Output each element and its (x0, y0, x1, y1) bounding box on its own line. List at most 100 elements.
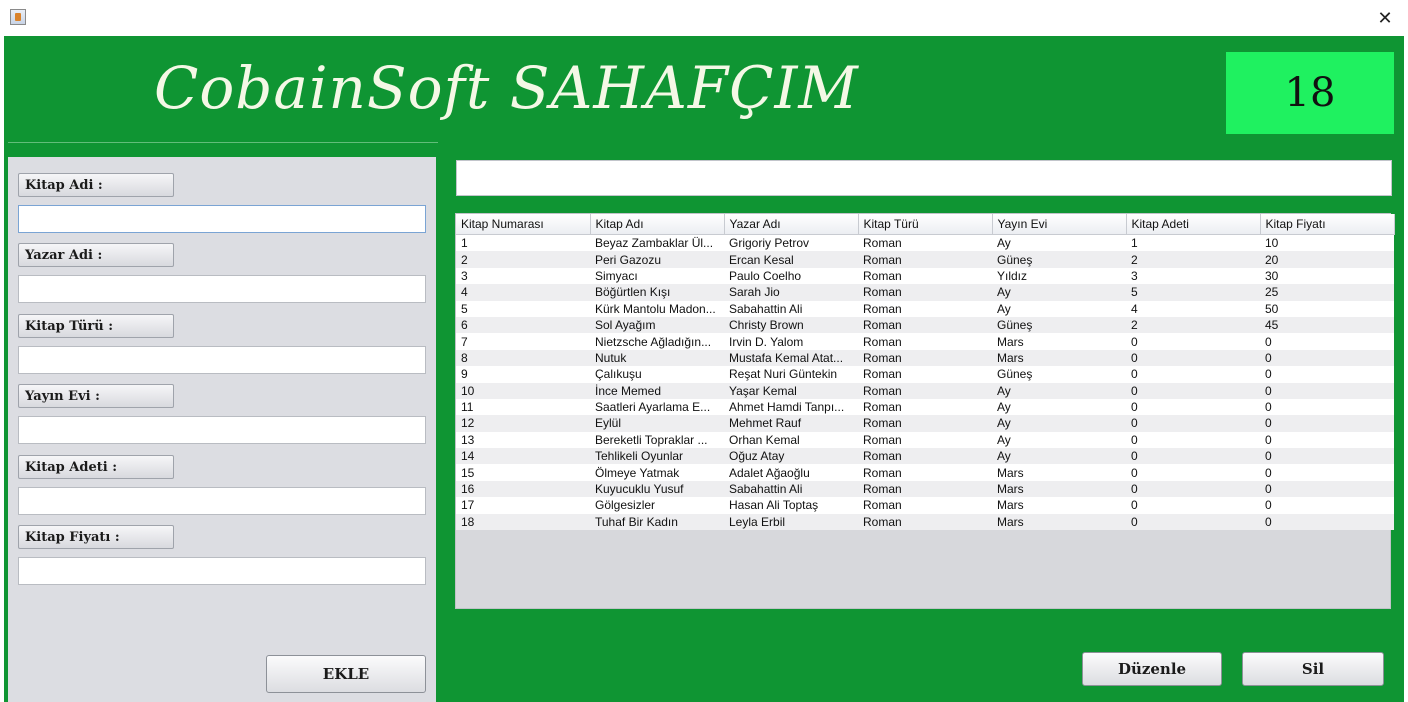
table-cell[interactable]: Sarah Jio (724, 284, 858, 301)
table-cell[interactable]: Orhan Kemal (724, 431, 858, 449)
table-cell[interactable]: Peri Gazozu (590, 251, 724, 268)
table-row[interactable]: 4 Böğürtlen Kışı Sarah Jio Roman Ay 5 25 (456, 284, 1394, 301)
table-cell[interactable]: 0 (1260, 382, 1394, 399)
table-row[interactable]: 9 Çalıkuşu Reşat Nuri Güntekin Roman Güneş 0 0 (456, 366, 1394, 383)
table-cell[interactable]: Roman (858, 300, 992, 317)
table-row[interactable]: 1 Beyaz Zambaklar Ül... Grigoriy Petrov Rom… (456, 234, 1394, 252)
table-cell[interactable]: Roman (858, 349, 992, 367)
table-cell[interactable]: 0 (1126, 349, 1260, 367)
table-cell[interactable]: Roman (858, 398, 992, 416)
table-cell[interactable]: Roman (858, 464, 992, 481)
table-cell[interactable]: 11 (456, 398, 590, 416)
table-cell[interactable]: 0 (1126, 480, 1260, 498)
table-cell[interactable]: Roman (858, 513, 992, 531)
column-header-kitap-numarasi[interactable]: Kitap Numarası (456, 214, 591, 235)
table-cell[interactable]: Bereketli Topraklar ... (590, 431, 724, 449)
table-cell[interactable]: 0 (1126, 497, 1260, 514)
table-cell[interactable]: Mars (992, 349, 1126, 367)
table-cell[interactable]: Nietzsche Ağladığın... (590, 333, 724, 350)
table-cell[interactable]: Eylül (590, 415, 724, 432)
table-cell[interactable]: 0 (1260, 513, 1394, 531)
table-cell[interactable]: Mars (992, 464, 1126, 481)
table-cell[interactable]: 45 (1260, 316, 1394, 334)
table-cell[interactable]: Simyacı (590, 267, 724, 285)
table-cell[interactable]: Roman (858, 480, 992, 498)
table-cell[interactable]: Mars (992, 480, 1126, 498)
book-genre-input[interactable] (18, 346, 426, 374)
column-header-yazar-adi[interactable]: Yazar Adı (724, 214, 859, 235)
table-cell[interactable]: Tehlikeli Oyunlar (590, 448, 724, 465)
column-header-kitap-turu[interactable]: Kitap Türü (858, 214, 993, 235)
table-row[interactable]: 15 Ölmeye Yatmak Adalet Ağaoğlu Roman Mars 0 0 (456, 464, 1394, 481)
table-cell[interactable]: Yıldız (992, 267, 1126, 285)
close-button[interactable]: ✕ (1362, 0, 1408, 36)
table-row[interactable]: 8 Nutuk Mustafa Kemal Atat... Roman Mars 0 0 (456, 349, 1394, 367)
table-cell[interactable]: 0 (1260, 366, 1394, 383)
table-cell[interactable]: Ölmeye Yatmak (590, 464, 724, 481)
table-cell[interactable]: Grigoriy Petrov (724, 234, 858, 252)
table-cell[interactable]: 0 (1126, 431, 1260, 449)
table-cell[interactable]: 0 (1126, 366, 1260, 383)
table-cell[interactable]: 20 (1260, 251, 1394, 268)
publisher-input[interactable] (18, 416, 426, 444)
delete-button[interactable]: Sil (1242, 652, 1384, 686)
table-cell[interactable]: Ay (992, 234, 1126, 252)
table-cell[interactable]: Adalet Ağaoğlu (724, 464, 858, 481)
table-cell[interactable]: İnce Memed (590, 382, 724, 399)
table-cell[interactable]: Mehmet Rauf (724, 415, 858, 432)
table-cell[interactable]: Ay (992, 300, 1126, 317)
table-cell[interactable]: Roman (858, 415, 992, 432)
table-cell[interactable]: Çalıkuşu (590, 366, 724, 383)
table-cell[interactable]: Mars (992, 333, 1126, 350)
table-cell[interactable]: Roman (858, 316, 992, 334)
table-cell[interactable]: 0 (1260, 431, 1394, 449)
table-cell[interactable]: 5 (1126, 284, 1260, 301)
table-cell[interactable]: 13 (456, 431, 590, 449)
table-row[interactable]: 2 Peri Gazozu Ercan Kesal Roman Güneş 2 20 (456, 251, 1394, 268)
book-name-input[interactable] (18, 205, 426, 233)
table-cell[interactable]: 10 (1260, 234, 1394, 252)
table-cell[interactable]: Ay (992, 284, 1126, 301)
table-row[interactable]: 11 Saatleri Ayarlama E... Ahmet Hamdi Tanp… (456, 398, 1394, 416)
table-cell[interactable]: Kuyucuklu Yusuf (590, 480, 724, 498)
table-cell[interactable]: Beyaz Zambaklar Ül... (590, 234, 724, 252)
table-cell[interactable]: Roman (858, 234, 992, 252)
table-cell[interactable]: 0 (1126, 382, 1260, 399)
table-cell[interactable]: 0 (1126, 398, 1260, 416)
table-cell[interactable]: Yaşar Kemal (724, 382, 858, 399)
table-cell[interactable]: Ay (992, 431, 1126, 449)
table-cell[interactable]: Güneş (992, 316, 1126, 334)
book-quantity-input[interactable] (18, 487, 426, 515)
column-header-yayin-evi[interactable]: Yayın Evi (992, 214, 1127, 235)
table-cell[interactable]: 17 (456, 497, 590, 514)
table-cell[interactable]: Mars (992, 497, 1126, 514)
table-cell[interactable]: Leyla Erbil (724, 513, 858, 531)
table-cell[interactable]: 0 (1260, 333, 1394, 350)
table-row[interactable]: 16 Kuyucuklu Yusuf Sabahattin Ali Roman Mars… (456, 480, 1394, 498)
column-header-kitap-adi[interactable]: Kitap Adı (590, 214, 725, 235)
table-cell[interactable]: Roman (858, 382, 992, 399)
table-cell[interactable]: 4 (1126, 300, 1260, 317)
table-cell[interactable]: Roman (858, 448, 992, 465)
table-cell[interactable]: 0 (1126, 415, 1260, 432)
table-cell[interactable]: Kürk Mantolu Madon... (590, 300, 724, 317)
table-cell[interactable]: 4 (456, 284, 590, 301)
table-cell[interactable]: Güneş (992, 366, 1126, 383)
table-cell[interactable]: Roman (858, 267, 992, 285)
column-header-kitap-adeti[interactable]: Kitap Adeti (1126, 214, 1261, 235)
table-cell[interactable]: Güneş (992, 251, 1126, 268)
table-row[interactable]: 13 Bereketli Topraklar ... Orhan Kemal Roma… (456, 431, 1394, 449)
table-cell[interactable]: Christy Brown (724, 316, 858, 334)
table-cell[interactable]: Reşat Nuri Güntekin (724, 366, 858, 383)
table-cell[interactable]: 7 (456, 333, 590, 350)
table-cell[interactable]: Tuhaf Bir Kadın (590, 513, 724, 531)
table-cell[interactable]: Nutuk (590, 349, 724, 367)
table-cell[interactable]: Sabahattin Ali (724, 480, 858, 498)
edit-button[interactable]: Düzenle (1082, 652, 1222, 686)
table-cell[interactable]: 0 (1260, 497, 1394, 514)
table-cell[interactable]: 0 (1260, 448, 1394, 465)
table-cell[interactable]: 8 (456, 349, 590, 367)
column-header-kitap-fiyati[interactable]: Kitap Fiyatı (1260, 214, 1395, 235)
table-cell[interactable]: 30 (1260, 267, 1394, 285)
table-cell[interactable]: 16 (456, 480, 590, 498)
